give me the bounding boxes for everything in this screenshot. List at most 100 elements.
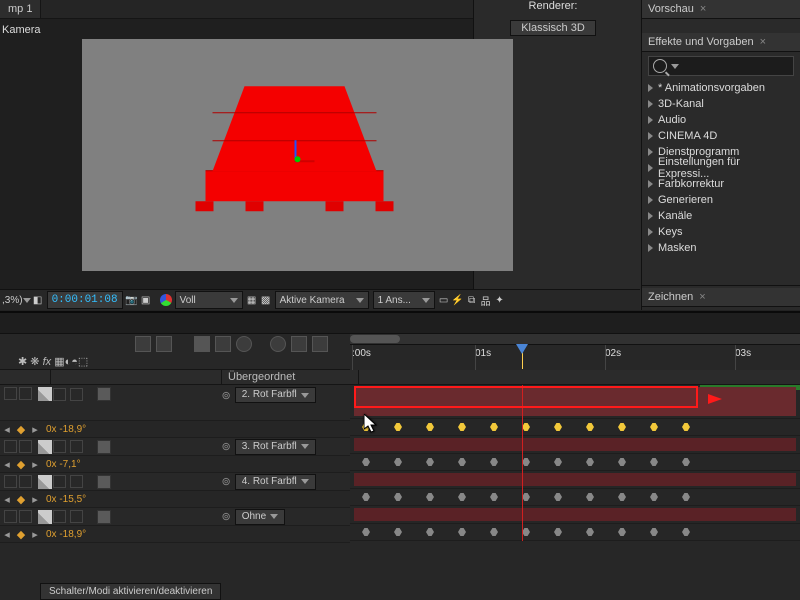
effects-search-input[interactable] xyxy=(648,56,794,76)
switch-toggle[interactable] xyxy=(53,440,66,453)
timecode-display[interactable]: 0:00:01:08 xyxy=(47,291,123,309)
property-row[interactable]: ◂◆▸0x -15,5° xyxy=(0,491,350,508)
switch-toggle[interactable] xyxy=(53,510,66,523)
keyframe-nav-icon[interactable]: ◆ xyxy=(14,423,28,436)
property-row[interactable]: ◂◆▸0x -18,9° xyxy=(0,526,350,543)
effects-category-item[interactable]: 3D-Kanal xyxy=(642,96,800,112)
layer-duration-bar[interactable] xyxy=(354,508,796,521)
toggle-mask-icon[interactable]: ▩ xyxy=(259,293,273,307)
flowchart-icon[interactable]: 品 xyxy=(479,293,493,307)
switch-toggle[interactable] xyxy=(4,440,17,453)
tool-icon[interactable] xyxy=(156,336,172,352)
tool-icon[interactable] xyxy=(135,336,151,352)
keyframe-icon[interactable] xyxy=(490,493,498,501)
close-icon[interactable]: × xyxy=(699,291,705,303)
view-dropdown[interactable]: Aktive Kamera xyxy=(275,291,369,309)
keyframe-icon[interactable] xyxy=(586,528,594,536)
switch-toggle[interactable] xyxy=(19,387,32,400)
keyframe-icon[interactable] xyxy=(394,528,402,536)
keyframe-icon[interactable] xyxy=(650,493,658,501)
keyframe-icon[interactable] xyxy=(650,528,658,536)
fast-preview-icon[interactable]: ⚡ xyxy=(451,293,465,307)
3d-layer-icon[interactable] xyxy=(97,475,111,489)
timeline-icon[interactable]: ⧉ xyxy=(465,293,479,307)
channel-icon[interactable] xyxy=(159,293,173,307)
switch-toggle[interactable] xyxy=(4,475,17,488)
property-row[interactable]: ◂◆▸0x -7,1° xyxy=(0,456,350,473)
resolution-icon[interactable]: ◧ xyxy=(31,293,45,307)
keyframe-icon[interactable] xyxy=(458,493,466,501)
keyframe-track[interactable] xyxy=(350,454,800,471)
effects-panel-tab[interactable]: Effekte und Vorgaben× xyxy=(642,33,800,52)
keyframe-icon[interactable] xyxy=(362,423,370,431)
current-time-indicator[interactable] xyxy=(522,344,523,369)
prev-keyframe-icon[interactable]: ◂ xyxy=(0,423,14,436)
layer-track[interactable] xyxy=(350,436,800,454)
switch-toggle[interactable] xyxy=(70,388,83,401)
zoom-dropdown-icon[interactable] xyxy=(23,298,31,303)
composition-viewer[interactable] xyxy=(82,39,513,271)
toggle-switches-button[interactable]: Schalter/Modi aktivieren/deaktivieren xyxy=(40,583,221,600)
keyframe-icon[interactable] xyxy=(554,423,562,431)
time-ruler[interactable]: :00s01s02s03s xyxy=(350,334,800,369)
effects-category-item[interactable]: Keys xyxy=(642,224,800,240)
switch-toggle[interactable] xyxy=(53,475,66,488)
switch-toggle[interactable] xyxy=(19,475,32,488)
keyframe-icon[interactable] xyxy=(650,423,658,431)
keyframe-icon[interactable] xyxy=(522,423,530,431)
keyframe-icon[interactable] xyxy=(490,528,498,536)
preview-panel-tab[interactable]: Vorschau× xyxy=(642,0,800,19)
layer-duration-bar[interactable] xyxy=(354,473,796,486)
keyframe-icon[interactable] xyxy=(458,423,466,431)
keyframe-icon[interactable] xyxy=(522,493,530,501)
keyframe-icon[interactable] xyxy=(522,528,530,536)
shy-icon[interactable] xyxy=(194,336,210,352)
keyframe-nav-icon[interactable]: ◆ xyxy=(14,493,28,506)
keyframe-nav-icon[interactable]: ◆ xyxy=(14,458,28,471)
keyframe-icon[interactable] xyxy=(618,528,626,536)
switch-toggle[interactable] xyxy=(4,510,17,523)
search-dropdown-icon[interactable] xyxy=(671,64,679,69)
effects-category-item[interactable]: Masken xyxy=(642,240,800,256)
tool-icon[interactable] xyxy=(312,336,328,352)
effects-category-item[interactable]: Einstellungen für Expressi... xyxy=(642,160,800,176)
parent-dropdown[interactable]: 3. Rot Farbfl xyxy=(235,439,316,455)
keyframe-icon[interactable] xyxy=(554,528,562,536)
snapshot-icon[interactable]: 📷 xyxy=(125,293,139,307)
pencil-icon[interactable] xyxy=(38,440,52,454)
keyframe-icon[interactable] xyxy=(682,493,690,501)
pencil-icon[interactable] xyxy=(38,510,52,524)
3d-layer-icon[interactable] xyxy=(97,387,111,401)
keyframe-icon[interactable] xyxy=(426,493,434,501)
property-row[interactable]: ◂◆▸0x -18,9° xyxy=(0,421,350,438)
time-navigator[interactable] xyxy=(350,334,800,345)
prev-keyframe-icon[interactable]: ◂ xyxy=(0,458,14,471)
keyframe-icon[interactable] xyxy=(682,423,690,431)
keyframe-icon[interactable] xyxy=(554,458,562,466)
switch-toggle[interactable] xyxy=(70,475,83,488)
next-keyframe-icon[interactable]: ▸ xyxy=(28,458,42,471)
keyframe-icon[interactable] xyxy=(682,528,690,536)
keyframe-icon[interactable] xyxy=(362,528,370,536)
effects-category-item[interactable]: * Animationsvorgaben xyxy=(642,80,800,96)
parent-dropdown[interactable]: 2. Rot Farbfl xyxy=(235,387,316,403)
keyframe-icon[interactable] xyxy=(394,493,402,501)
switch-toggle[interactable] xyxy=(53,388,66,401)
switch-toggle[interactable] xyxy=(70,510,83,523)
parent-dropdown[interactable]: 4. Rot Farbfl xyxy=(235,474,316,490)
property-value[interactable]: 0x -18,9° xyxy=(42,424,86,435)
3d-layer-icon[interactable] xyxy=(97,440,111,454)
composition-tab[interactable]: mp 1 xyxy=(0,0,41,18)
pixel-aspect-icon[interactable]: ▭ xyxy=(437,293,451,307)
keyframe-icon[interactable] xyxy=(490,423,498,431)
keyframe-track[interactable] xyxy=(350,419,800,436)
switch-toggle[interactable] xyxy=(19,510,32,523)
keyframe-icon[interactable] xyxy=(426,528,434,536)
keyframe-track[interactable] xyxy=(350,489,800,506)
effects-category-item[interactable]: Audio xyxy=(642,112,800,128)
layer-duration-bar[interactable] xyxy=(354,438,796,451)
keyframe-icon[interactable] xyxy=(682,458,690,466)
keyframe-icon[interactable] xyxy=(618,458,626,466)
views-count-dropdown[interactable]: 1 Ans... xyxy=(373,291,435,309)
next-keyframe-icon[interactable]: ▸ xyxy=(28,423,42,436)
